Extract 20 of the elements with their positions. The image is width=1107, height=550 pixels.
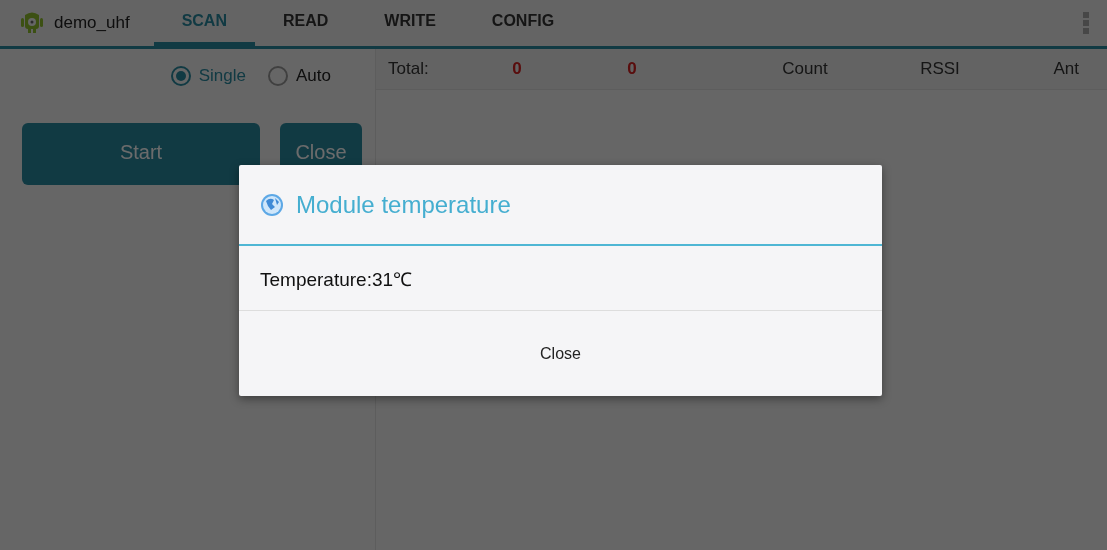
dialog-close-button[interactable]: Close [239, 311, 882, 396]
radio-option[interactable]: Single [170, 62, 246, 89]
start-button[interactable]: Start [22, 123, 260, 185]
radio-option[interactable]: Auto [268, 62, 331, 89]
tab[interactable]: READ [254, 0, 357, 46]
tab[interactable]: CONFIG [463, 0, 583, 46]
dialog-title: Module temperature [296, 190, 511, 219]
dialog-message: Temperature:31℃ [239, 246, 882, 311]
globe-icon [260, 192, 284, 217]
tab[interactable]: WRITE [356, 0, 464, 46]
column-header: RSSI [920, 59, 960, 79]
app-title: demo_uhf [54, 13, 130, 33]
total-count: 0 [627, 59, 637, 79]
column-header: Ant [1053, 59, 1080, 79]
more-icon[interactable] [1083, 12, 1089, 34]
column-header: Count [782, 59, 828, 79]
android-icon [20, 11, 44, 35]
total-label: Total: [388, 59, 429, 79]
total-count: 0 [512, 59, 522, 79]
tab[interactable]: SCAN [153, 0, 255, 46]
